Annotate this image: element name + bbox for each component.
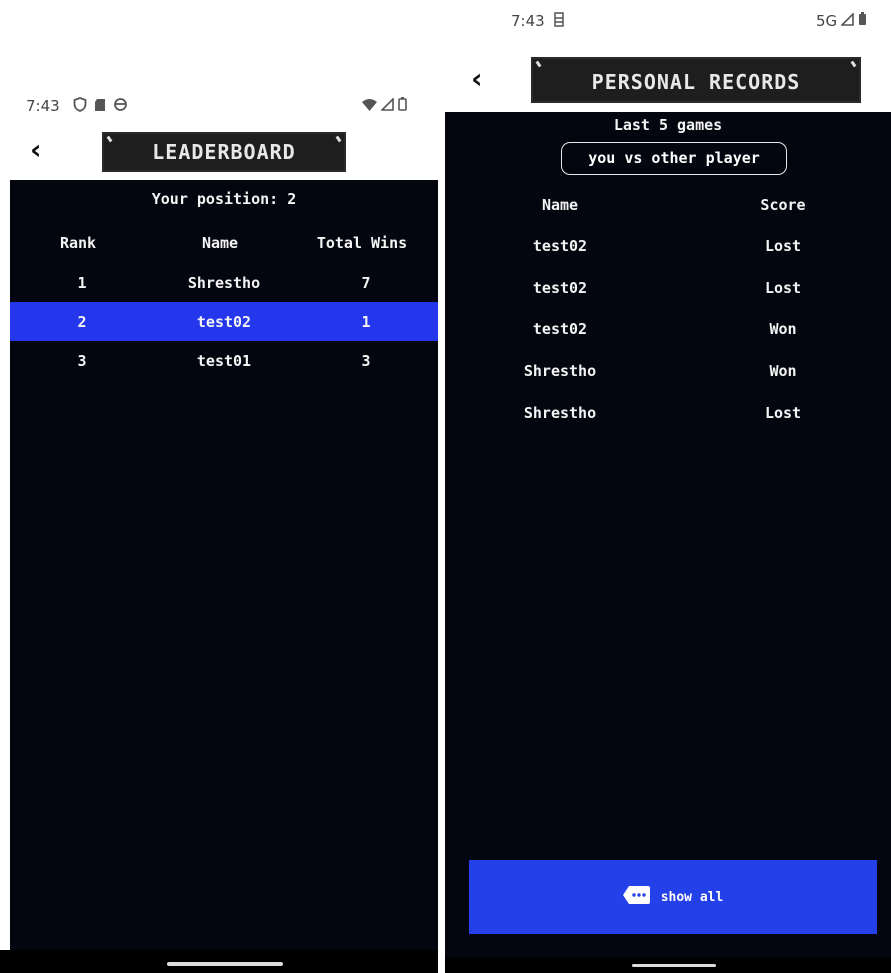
personal-records-screen: 7:43 5G ‹ PERSONAL RECORDS Last 5 games … bbox=[445, 0, 891, 973]
column-header-name: Name bbox=[541, 196, 579, 214]
score-cell: Lost bbox=[764, 404, 802, 422]
name-cell: Shrestho bbox=[187, 274, 261, 292]
back-arrow-icon[interactable]: ‹ bbox=[30, 136, 42, 164]
navigation-bar bbox=[445, 957, 891, 973]
score-cell: Lost bbox=[764, 279, 802, 297]
column-header-name: Name bbox=[201, 234, 239, 252]
table-header: Name Score bbox=[445, 186, 891, 224]
page-title: LEADERBOARD bbox=[152, 140, 296, 164]
table-header: Rank Name Total Wins bbox=[10, 224, 438, 262]
network-type: 5G bbox=[816, 12, 838, 30]
wifi-icon bbox=[362, 97, 377, 115]
records-panel: Last 5 games you vs other player Name Sc… bbox=[445, 112, 891, 957]
page-title-banner: LEADERBOARD bbox=[102, 132, 346, 172]
battery-icon bbox=[858, 12, 867, 30]
name-cell: test01 bbox=[196, 352, 252, 370]
navigation-bar bbox=[0, 950, 438, 973]
chat-bubble-icon bbox=[622, 885, 651, 909]
page-title: PERSONAL RECORDS bbox=[591, 70, 801, 94]
score-cell: Won bbox=[769, 362, 797, 380]
status-time: 7:43 bbox=[511, 12, 545, 30]
shield-icon bbox=[73, 97, 87, 116]
page-title-banner: PERSONAL RECORDS bbox=[531, 57, 861, 103]
back-arrow-icon[interactable]: ‹ bbox=[471, 65, 483, 93]
you-vs-other-player-toggle[interactable]: you vs other player bbox=[561, 142, 787, 175]
sd-card-icon bbox=[94, 98, 106, 116]
wins-cell: 3 bbox=[361, 352, 371, 370]
show-all-label: show all bbox=[660, 889, 724, 905]
leaderboard-panel: Your position: 2 Rank Name Total Wins 1 … bbox=[10, 180, 438, 950]
rank-cell: 1 bbox=[77, 274, 87, 292]
wins-cell: 7 bbox=[361, 274, 371, 292]
home-handle[interactable] bbox=[167, 962, 283, 966]
name-cell: test02 bbox=[196, 312, 252, 331]
status-bar: 7:43 bbox=[0, 97, 438, 117]
status-time: 7:43 bbox=[26, 97, 60, 115]
name-cell: test02 bbox=[532, 279, 588, 297]
signal-icon bbox=[380, 97, 394, 115]
battery-icon bbox=[398, 97, 407, 115]
sync-icon bbox=[113, 97, 128, 116]
name-cell: test02 bbox=[532, 237, 588, 255]
wins-cell: 1 bbox=[361, 312, 371, 331]
name-cell: test02 bbox=[532, 320, 588, 338]
show-all-button[interactable]: show all bbox=[469, 860, 877, 934]
score-cell: Won bbox=[769, 320, 797, 338]
name-cell: Shrestho bbox=[523, 404, 597, 422]
name-cell: Shrestho bbox=[523, 362, 597, 380]
table-row: 3 test01 3 bbox=[10, 342, 438, 380]
signal-icon bbox=[840, 12, 854, 30]
table-row: test02 Won bbox=[445, 310, 891, 348]
column-header-total-wins: Total Wins bbox=[316, 234, 408, 252]
column-header-score: Score bbox=[760, 196, 806, 214]
table-row: 1 Shrestho 7 bbox=[10, 264, 438, 302]
leaderboard-screen: 7:43 ‹ LEADERBOARD Your position: 2 Rank… bbox=[0, 0, 438, 973]
home-handle[interactable] bbox=[632, 964, 716, 967]
score-cell: Lost bbox=[764, 237, 802, 255]
your-position: Your position: 2 bbox=[151, 190, 297, 208]
table-row: test02 Lost bbox=[445, 227, 891, 265]
table-row: Shrestho Won bbox=[445, 352, 891, 390]
last-games-subtitle: Last 5 games bbox=[613, 116, 723, 134]
rank-cell: 2 bbox=[77, 312, 87, 331]
column-header-rank: Rank bbox=[59, 234, 97, 252]
sim-icon bbox=[553, 12, 565, 31]
table-row: test02 Lost bbox=[445, 269, 891, 307]
table-row-highlighted: 2 test02 1 bbox=[10, 302, 438, 341]
status-bar: 7:43 5G bbox=[445, 12, 891, 32]
table-row: Shrestho Lost bbox=[445, 394, 891, 432]
rank-cell: 3 bbox=[77, 352, 87, 370]
